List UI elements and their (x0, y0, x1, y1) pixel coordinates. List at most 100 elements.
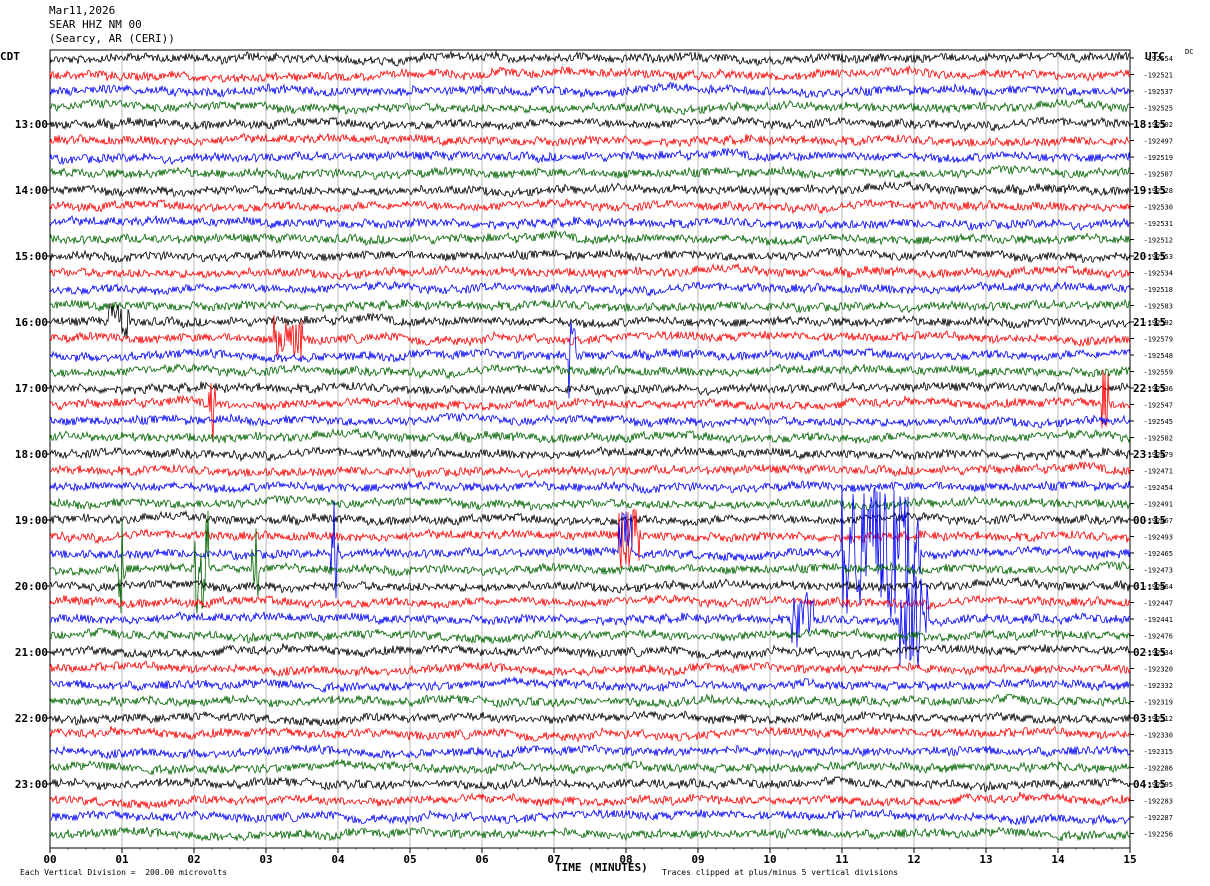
dc-offset-label: -192441 (1143, 616, 1173, 624)
dc-offset-label: -192518 (1143, 286, 1173, 294)
trace-row (49, 826, 1131, 842)
dc-offset-label: -192545 (1143, 418, 1173, 426)
trace-row (49, 165, 1131, 181)
x-tick-label: 11 (835, 853, 849, 866)
x-tick-label: 01 (115, 853, 129, 866)
right-hour-label: 02:15 (1133, 646, 1166, 659)
dc-offset-label: -192493 (1143, 534, 1173, 542)
x-tick-label: 13 (979, 853, 992, 866)
dc-offset-label: -192447 (1143, 600, 1173, 608)
dc-offset-label: -192548 (1143, 352, 1173, 360)
trace-row (49, 198, 1131, 215)
x-axis-label: TIME (MINUTES) (555, 861, 648, 874)
dc-offset-label: -192547 (1143, 402, 1173, 410)
left-hour-label: 15:00 (15, 250, 48, 263)
trace-row (49, 381, 1131, 397)
dc-offset-label: -192454 (1143, 484, 1173, 492)
trace-row (49, 427, 1131, 445)
trace-row (49, 147, 1131, 166)
left-hour-label: 16:00 (15, 316, 48, 329)
left-hour-label: 22:00 (15, 712, 48, 725)
left-hour-label: 18:00 (15, 448, 48, 461)
dc-offset-label: -192554 (1143, 55, 1173, 63)
dc-offset-label: -192476 (1143, 633, 1173, 641)
trace-row (49, 460, 1131, 479)
dc-offset-label: -192319 (1143, 699, 1173, 707)
trace-row (49, 64, 1131, 83)
dc-offset-label: -192512 (1143, 237, 1173, 245)
x-tick-label: 03 (259, 853, 272, 866)
dc-offset-label: -192332 (1143, 682, 1173, 690)
trace-row (49, 445, 1131, 463)
trace-row (49, 627, 1131, 645)
x-tick-label: 02 (187, 853, 200, 866)
trace-row (49, 262, 1131, 281)
dc-offset-label: -192525 (1143, 105, 1173, 113)
x-tick-label: 00 (43, 853, 56, 866)
trace-row (49, 369, 1131, 439)
trace-row (49, 675, 1131, 693)
trace-row (49, 743, 1131, 760)
trace-row (49, 758, 1131, 776)
trace-row (49, 479, 1131, 495)
left-hour-label: 19:00 (15, 514, 48, 527)
seismogram-plot: 00 01 02 03 04 05 06 07 08 09 10 11 12 13 14 15-192554-… (15, 49, 1173, 866)
right-hour-label: 21:15 (1133, 316, 1166, 329)
dc-offset-label: -192583 (1143, 303, 1173, 311)
trace-row (49, 247, 1131, 264)
dc-offset-label: -192465 (1143, 550, 1173, 558)
dc-offset-label: -192330 (1143, 732, 1173, 740)
left-hour-label: 14:00 (15, 184, 48, 197)
x-tick-label: 05 (403, 853, 416, 866)
right-hour-label: 19:15 (1133, 184, 1166, 197)
dc-offset-label: -192320 (1143, 666, 1173, 674)
trace-row (49, 97, 1130, 116)
scale-note: Each Vertical Division = 200.00 microvol… (20, 868, 228, 877)
trace-row (49, 575, 1131, 594)
x-tick-label: 04 (331, 853, 345, 866)
dc-offset-label: -192537 (1143, 88, 1173, 96)
right-hour-label: 23:15 (1133, 448, 1166, 461)
left-hour-label: 20:00 (15, 580, 48, 593)
right-hour-label: 00:15 (1133, 514, 1166, 527)
left-hour-label: 17:00 (15, 382, 48, 395)
trace-row (49, 280, 1131, 298)
trace-row (49, 643, 1131, 661)
dc-offset-label: -192286 (1143, 765, 1173, 773)
dc-offset-label: -192531 (1143, 220, 1173, 228)
right-hour-label: 20:15 (1133, 250, 1166, 263)
x-tick-label: 06 (475, 853, 489, 866)
dc-offset-label: -192471 (1143, 468, 1173, 476)
trace-row (49, 115, 1131, 133)
dc-offset-label: -192315 (1143, 748, 1173, 756)
dc-offset-label: -192497 (1143, 138, 1173, 146)
trace-row (49, 509, 1131, 527)
right-hour-label: 22:15 (1133, 382, 1166, 395)
clip-note: Traces clipped at plus/minus 5 vertical … (662, 868, 899, 877)
x-tick-label: 10 (763, 853, 776, 866)
right-hour-label: 04:15 (1133, 778, 1166, 791)
dc-offset-label: -192491 (1143, 501, 1173, 509)
dc-offset-label: -192287 (1143, 814, 1173, 822)
dc-offset-label: -192559 (1143, 369, 1173, 377)
trace-row (49, 82, 1131, 99)
right-hour-label: 01:15 (1133, 580, 1166, 593)
left-hour-label: 23:00 (15, 778, 48, 791)
trace-row (49, 660, 1131, 678)
right-hour-label: 18:15 (1133, 118, 1166, 131)
trace-row (49, 363, 1131, 380)
left-hour-label: 21:00 (15, 646, 48, 659)
x-tick-label: 12 (907, 853, 920, 866)
trace-row (49, 229, 1131, 247)
dc-offset-label: -192519 (1143, 154, 1173, 162)
dc-offset-label: -192256 (1143, 831, 1173, 839)
x-tick-label: 14 (1051, 853, 1065, 866)
dc-offset-label: -192579 (1143, 336, 1173, 344)
dc-offset-label: -192521 (1143, 72, 1173, 80)
trace-row (49, 50, 1131, 67)
x-tick-label: 15 (1123, 853, 1136, 866)
trace-row (49, 775, 1131, 792)
trace-row (49, 726, 1131, 743)
dc-offset-label: -192507 (1143, 171, 1173, 179)
dc-offset-label: -192534 (1143, 270, 1173, 278)
